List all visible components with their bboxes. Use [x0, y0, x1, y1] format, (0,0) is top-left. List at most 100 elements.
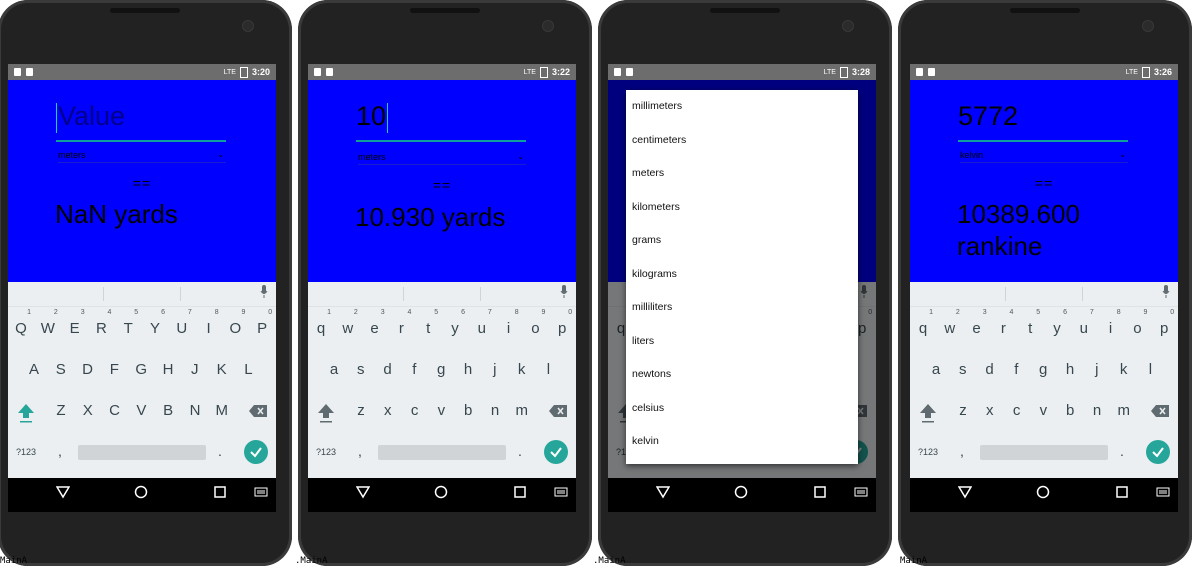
- key-t[interactable]: t5: [415, 309, 441, 348]
- key-q[interactable]: q1: [910, 309, 936, 348]
- key-o[interactable]: O9: [222, 309, 248, 348]
- suggestion-strip[interactable]: [910, 282, 1178, 307]
- key-f[interactable]: F: [101, 351, 127, 389]
- key-j[interactable]: j: [1084, 351, 1110, 389]
- shift-icon[interactable]: [316, 402, 336, 424]
- key-g[interactable]: G: [128, 351, 154, 389]
- key-f[interactable]: f: [1003, 351, 1029, 389]
- key-x[interactable]: x: [977, 392, 1003, 430]
- key-s[interactable]: s: [950, 351, 976, 389]
- key-m[interactable]: m: [1111, 392, 1137, 430]
- shift-icon[interactable]: [918, 402, 938, 424]
- dropdown-option[interactable]: grams: [626, 224, 858, 258]
- recents-icon[interactable]: [813, 485, 827, 499]
- symbols-key[interactable]: ?123: [16, 447, 36, 457]
- back-icon[interactable]: [656, 485, 670, 499]
- key-j[interactable]: J: [182, 351, 208, 389]
- recents-icon[interactable]: [1115, 485, 1129, 499]
- key-v[interactable]: v: [428, 392, 454, 430]
- value-input[interactable]: 10: [356, 98, 526, 142]
- key-z[interactable]: Z: [48, 392, 74, 430]
- key-q[interactable]: Q1: [8, 309, 34, 348]
- key-n[interactable]: n: [482, 392, 508, 430]
- key-p[interactable]: p0: [549, 309, 575, 348]
- key-a[interactable]: a: [321, 351, 347, 389]
- space-bar[interactable]: [78, 445, 206, 460]
- key-r[interactable]: r4: [388, 309, 414, 348]
- key-v[interactable]: V: [128, 392, 154, 430]
- key-c[interactable]: c: [1004, 392, 1030, 430]
- dropdown-option[interactable]: kelvin: [626, 425, 858, 459]
- key-u[interactable]: u7: [469, 309, 495, 348]
- value-input[interactable]: Value: [56, 98, 226, 142]
- done-check-icon[interactable]: [1146, 440, 1170, 464]
- home-icon[interactable]: [134, 485, 148, 499]
- key-q[interactable]: q1: [308, 309, 334, 348]
- key-m[interactable]: m: [509, 392, 535, 430]
- key-g[interactable]: g: [428, 351, 454, 389]
- key-s[interactable]: S: [48, 351, 74, 389]
- home-icon[interactable]: [434, 485, 448, 499]
- key-i[interactable]: i8: [496, 309, 522, 348]
- key-o[interactable]: o9: [1124, 309, 1150, 348]
- key-w[interactable]: w2: [937, 309, 963, 348]
- key-x[interactable]: X: [75, 392, 101, 430]
- key-r[interactable]: R4: [88, 309, 114, 348]
- symbols-key[interactable]: ?123: [918, 447, 938, 457]
- key-u[interactable]: u7: [1071, 309, 1097, 348]
- dropdown-option[interactable]: kilometers: [626, 191, 858, 225]
- keyboard-switch-icon[interactable]: [554, 485, 568, 499]
- key-y[interactable]: y6: [442, 309, 468, 348]
- suggestion-strip[interactable]: [8, 282, 276, 307]
- key-y[interactable]: Y6: [142, 309, 168, 348]
- microphone-icon[interactable]: [560, 285, 568, 299]
- key-a[interactable]: a: [923, 351, 949, 389]
- key-m[interactable]: M: [209, 392, 235, 430]
- back-icon[interactable]: [56, 485, 70, 499]
- recents-icon[interactable]: [513, 485, 527, 499]
- key-w[interactable]: W2: [35, 309, 61, 348]
- done-check-icon[interactable]: [544, 440, 568, 464]
- shift-icon[interactable]: [16, 402, 36, 424]
- key-h[interactable]: h: [455, 351, 481, 389]
- key-r[interactable]: r4: [990, 309, 1016, 348]
- key-t[interactable]: t5: [1017, 309, 1043, 348]
- key-c[interactable]: C: [102, 392, 128, 430]
- backspace-icon[interactable]: [1150, 404, 1170, 418]
- key-n[interactable]: N: [182, 392, 208, 430]
- key-d[interactable]: D: [75, 351, 101, 389]
- dropdown-option[interactable]: liters: [626, 325, 858, 359]
- period-key[interactable]: .: [1120, 443, 1124, 459]
- key-l[interactable]: l: [535, 351, 561, 389]
- key-l[interactable]: l: [1137, 351, 1163, 389]
- key-w[interactable]: w2: [335, 309, 361, 348]
- key-f[interactable]: f: [401, 351, 427, 389]
- home-icon[interactable]: [1036, 485, 1050, 499]
- key-h[interactable]: H: [155, 351, 181, 389]
- unit-spinner[interactable]: meters ⌄: [58, 150, 226, 163]
- recents-icon[interactable]: [213, 485, 227, 499]
- keyboard-switch-icon[interactable]: [254, 485, 268, 499]
- key-p[interactable]: p0: [1151, 309, 1177, 348]
- keyboard-switch-icon[interactable]: [854, 485, 868, 499]
- home-icon[interactable]: [734, 485, 748, 499]
- key-k[interactable]: k: [1111, 351, 1137, 389]
- dropdown-option[interactable]: centimeters: [626, 124, 858, 158]
- unit-spinner[interactable]: kelvin ⌄: [960, 150, 1128, 163]
- key-u[interactable]: U7: [169, 309, 195, 348]
- key-x[interactable]: x: [375, 392, 401, 430]
- done-check-icon[interactable]: [244, 440, 268, 464]
- back-icon[interactable]: [958, 485, 972, 499]
- dropdown-option[interactable]: celsius: [626, 392, 858, 426]
- back-icon[interactable]: [356, 485, 370, 499]
- key-s[interactable]: s: [348, 351, 374, 389]
- value-input[interactable]: 5772: [958, 98, 1128, 142]
- key-l[interactable]: L: [235, 351, 261, 389]
- key-k[interactable]: K: [209, 351, 235, 389]
- key-h[interactable]: h: [1057, 351, 1083, 389]
- key-a[interactable]: A: [21, 351, 47, 389]
- key-b[interactable]: B: [155, 392, 181, 430]
- key-d[interactable]: d: [375, 351, 401, 389]
- key-b[interactable]: b: [455, 392, 481, 430]
- dropdown-option[interactable]: milliliters: [626, 291, 858, 325]
